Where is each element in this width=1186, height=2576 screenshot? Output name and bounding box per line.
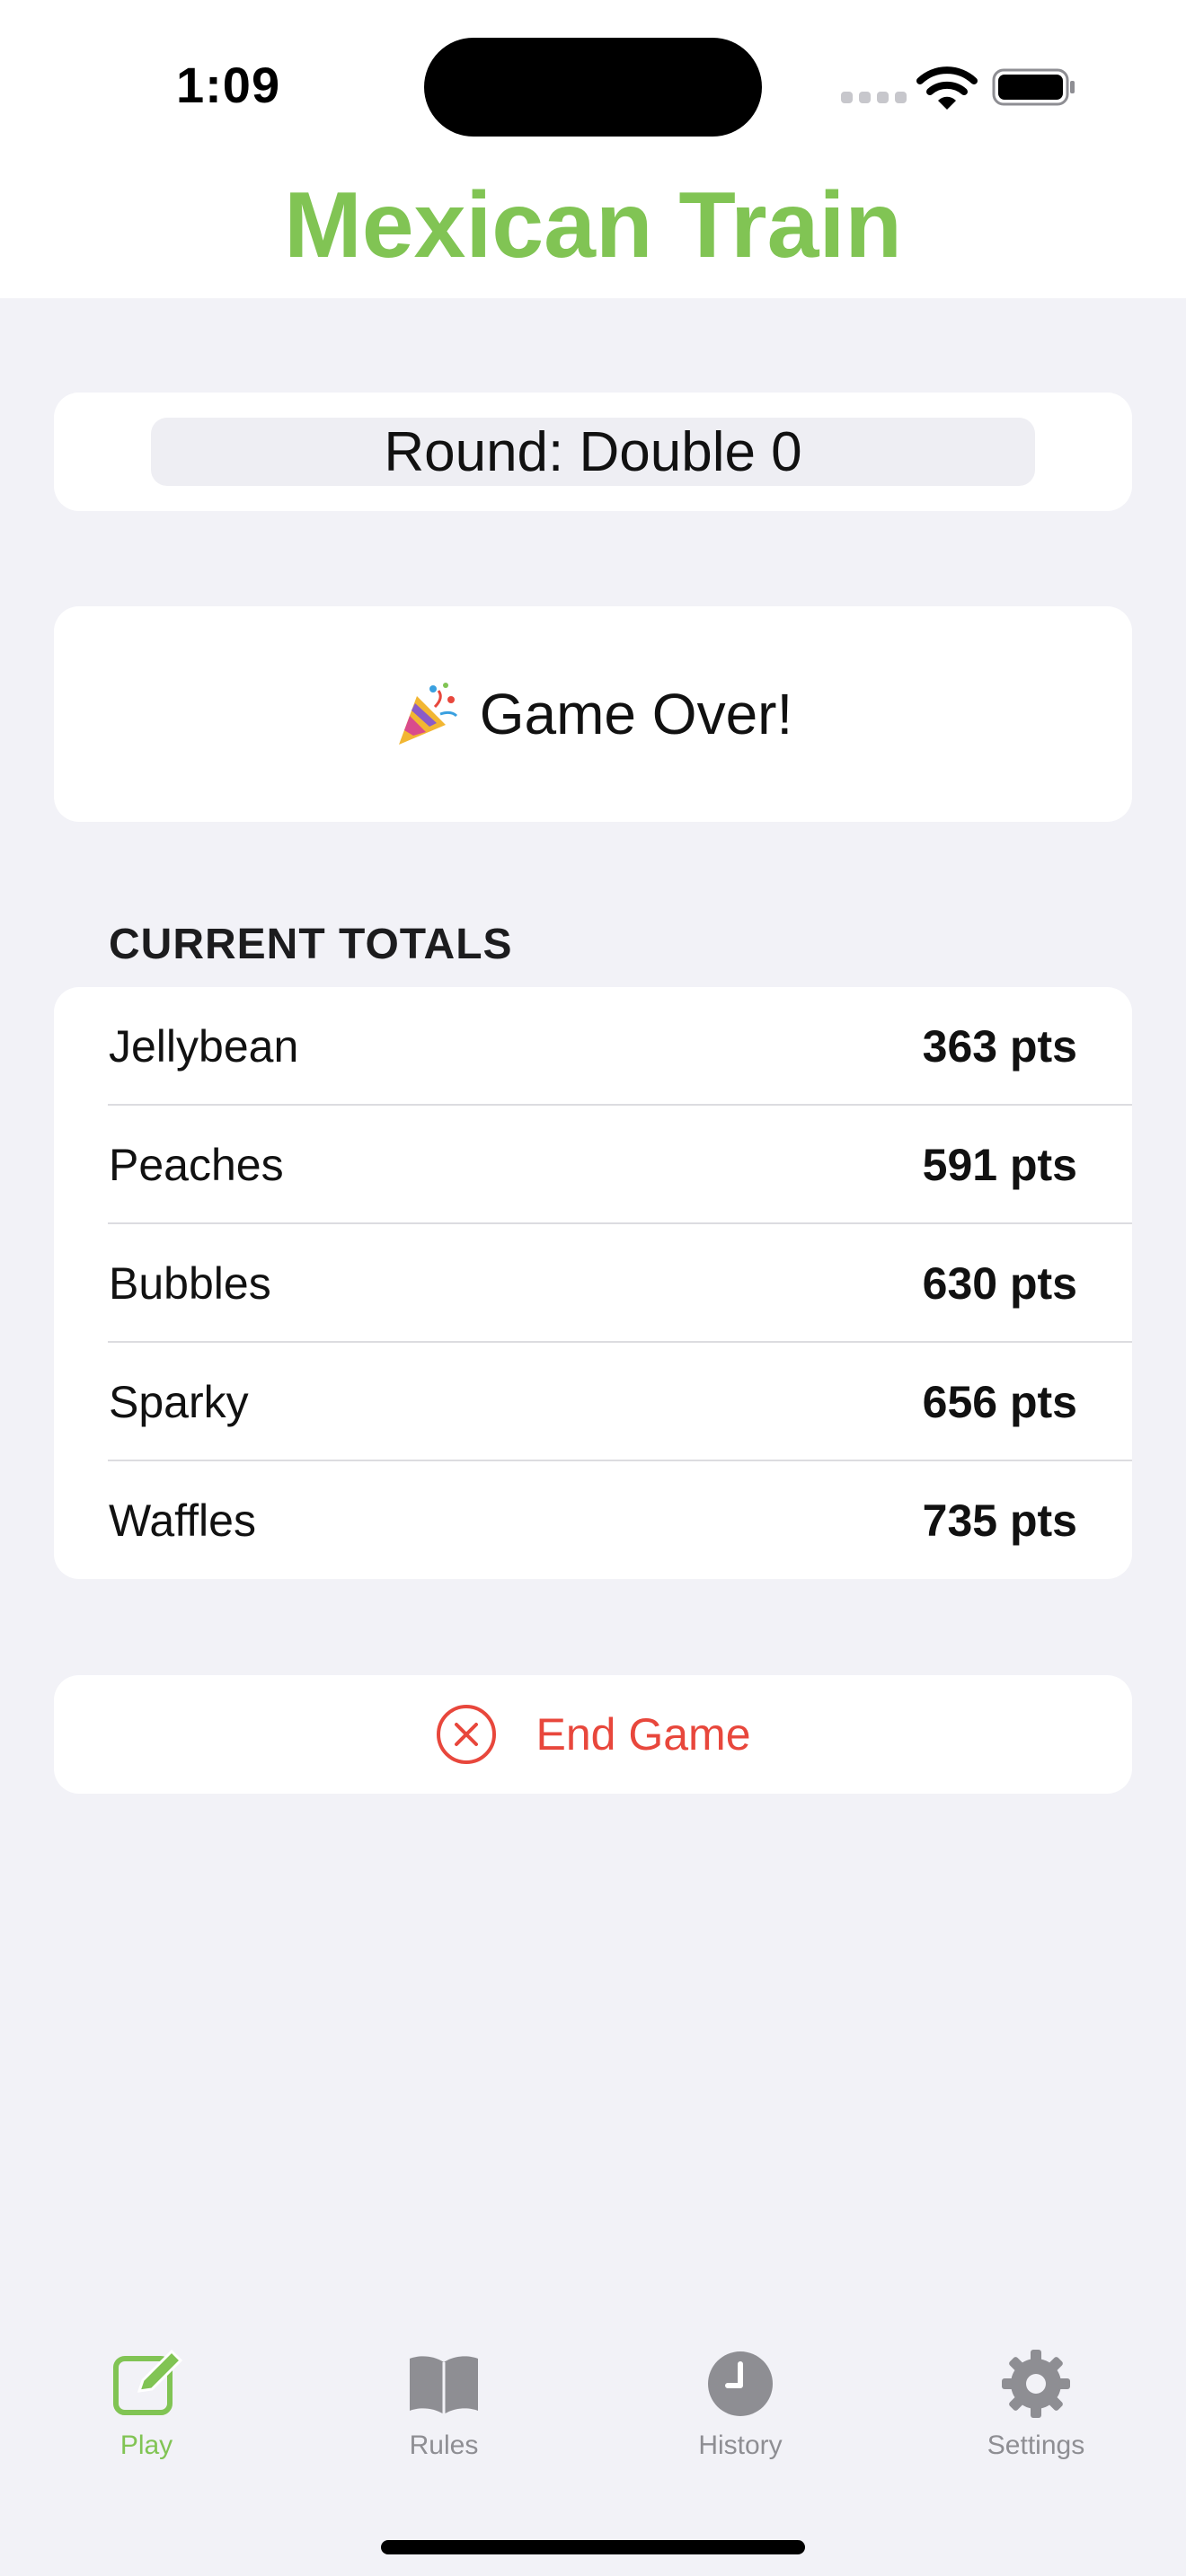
player-name: Waffles bbox=[109, 1495, 256, 1546]
round-selector[interactable]: Round: Double 0 bbox=[151, 418, 1035, 486]
player-points: 630 pts bbox=[922, 1258, 1077, 1309]
tab-label: Play bbox=[119, 2430, 173, 2460]
current-totals-header: CURRENT TOTALS bbox=[109, 921, 513, 968]
list-item: Sparky 656 pts bbox=[54, 1343, 1132, 1461]
app-title: Mexican Train bbox=[284, 173, 902, 278]
wifi-icon bbox=[916, 66, 978, 110]
list-item: Peaches 591 pts bbox=[54, 1106, 1132, 1224]
totals-list: Jellybean 363 pts Peaches 591 pts Bubble… bbox=[54, 987, 1132, 1579]
list-item: Jellybean 363 pts bbox=[54, 987, 1132, 1106]
list-item: Waffles 735 pts bbox=[54, 1461, 1132, 1580]
home-indicator bbox=[381, 2540, 805, 2554]
tab-label: History bbox=[698, 2430, 783, 2460]
game-over-label: Game Over! bbox=[479, 682, 793, 746]
player-name: Jellybean bbox=[109, 1021, 299, 1072]
player-points: 591 pts bbox=[922, 1140, 1077, 1190]
end-game-label: End Game bbox=[535, 1709, 751, 1760]
player-points: 735 pts bbox=[922, 1495, 1077, 1546]
game-over-card: Game Over! bbox=[54, 606, 1132, 822]
status-time: 1:09 bbox=[176, 57, 281, 113]
player-name: Peaches bbox=[109, 1140, 284, 1190]
gear-icon bbox=[1002, 2350, 1070, 2418]
tab-label: Rules bbox=[409, 2430, 479, 2460]
player-points: 363 pts bbox=[922, 1021, 1077, 1072]
end-game-button[interactable]: End Game bbox=[54, 1675, 1132, 1794]
screen: 1:09 Mexican Train Round: Double 0 Game … bbox=[0, 0, 1186, 2576]
x-circle-icon bbox=[437, 1705, 497, 1764]
party-popper-icon bbox=[398, 683, 457, 745]
tab-label: Settings bbox=[987, 2430, 1085, 2460]
tab-play[interactable]: Play bbox=[57, 2346, 236, 2490]
pencil-square-icon bbox=[113, 2349, 183, 2415]
player-points: 656 pts bbox=[922, 1377, 1077, 1427]
header: 1:09 Mexican Train bbox=[0, 0, 1186, 298]
player-name: Bubbles bbox=[109, 1258, 271, 1309]
book-icon bbox=[410, 2356, 478, 2414]
player-name: Sparky bbox=[109, 1377, 249, 1427]
tab-rules[interactable]: Rules bbox=[354, 2346, 534, 2490]
clock-icon bbox=[708, 2351, 773, 2416]
round-card: Round: Double 0 bbox=[54, 393, 1132, 511]
tab-settings[interactable]: Settings bbox=[946, 2346, 1126, 2490]
dynamic-island bbox=[424, 38, 762, 137]
tab-history[interactable]: History bbox=[651, 2346, 830, 2490]
list-item: Bubbles 630 pts bbox=[54, 1224, 1132, 1343]
battery-icon bbox=[992, 68, 1075, 106]
cellular-signal-icon bbox=[841, 92, 907, 103]
